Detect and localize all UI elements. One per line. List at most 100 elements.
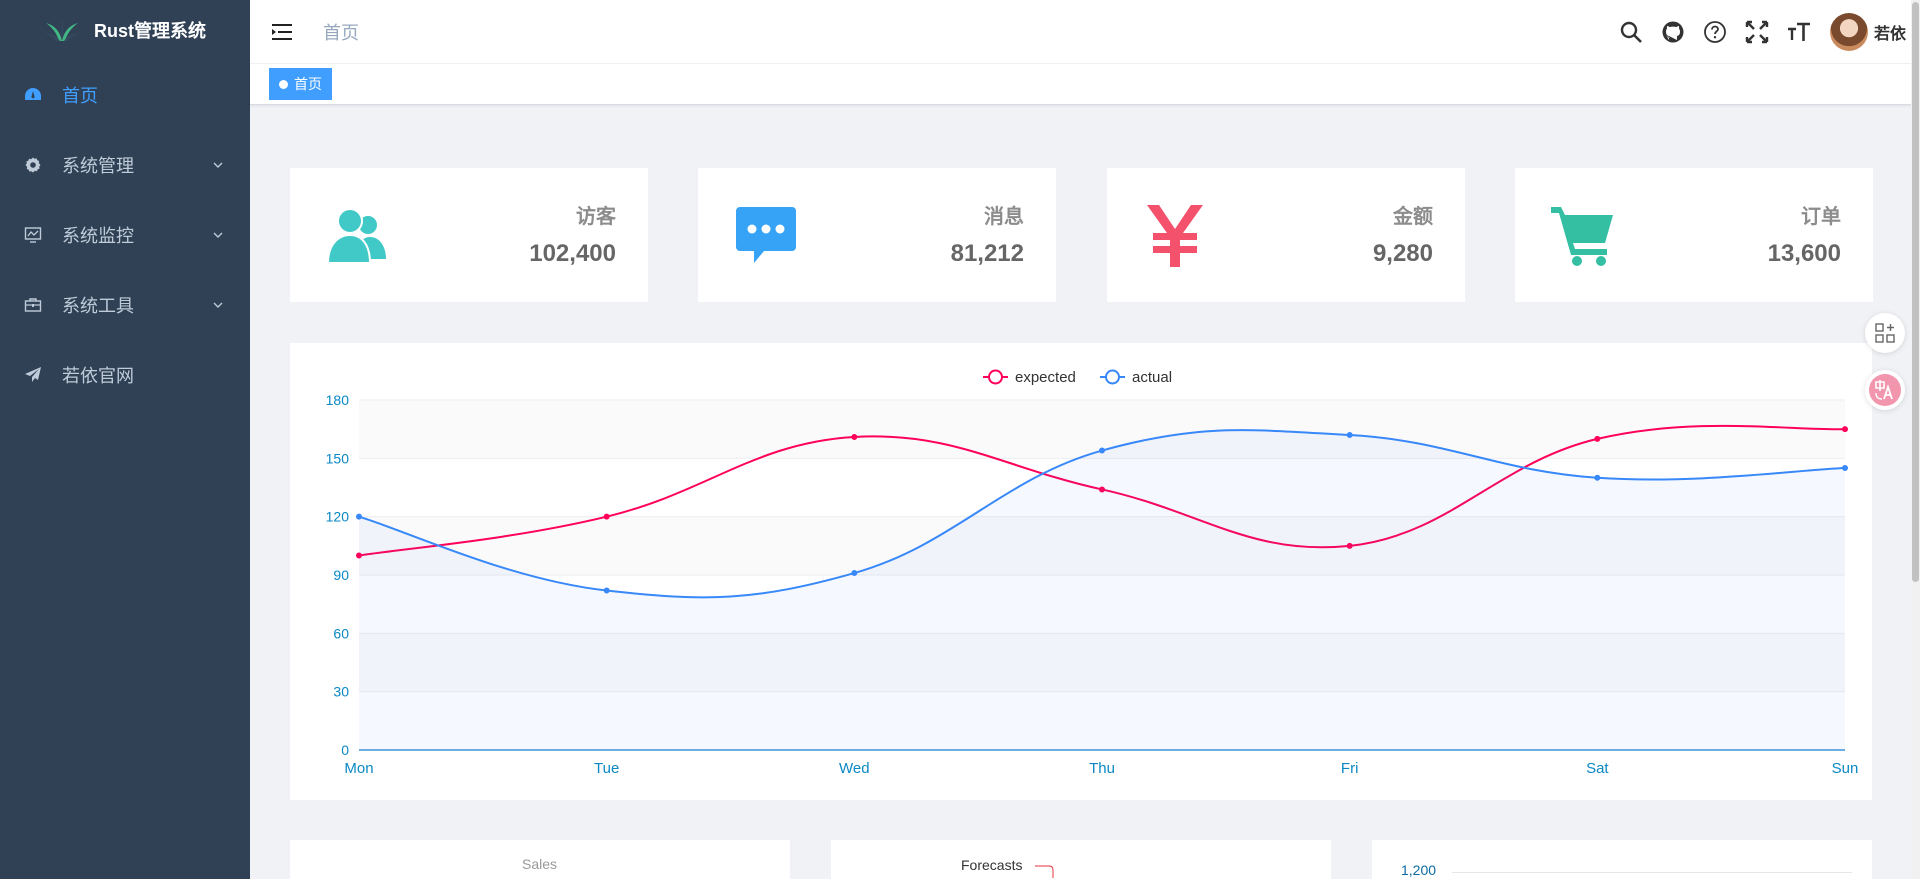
line-chart-panel: 0 30 60 90 120 150 180 Mon Tue Wed Thu Fri Sat Sun exp…: [290, 343, 1872, 800]
data-point-expected: [851, 433, 858, 440]
data-point-actual: [603, 587, 610, 594]
stat-card-messages[interactable]: 消息 81,212: [698, 168, 1056, 302]
x-tick-label: Sun: [1832, 760, 1859, 777]
github-icon[interactable]: [1660, 19, 1686, 45]
search-icon[interactable]: [1618, 19, 1644, 45]
translate-icon: [1869, 374, 1901, 406]
data-point-actual: [1594, 474, 1601, 481]
breadcrumb: 首页: [323, 22, 359, 43]
sidebar-item-label: 系统管理: [62, 156, 134, 176]
legend-label-actual: actual: [1132, 369, 1172, 386]
hamburger-icon[interactable]: [271, 22, 293, 42]
stat-label: 访客: [576, 206, 616, 228]
forecasts-chart-panel: Forecasts: [831, 840, 1331, 879]
paper-plane-icon: [24, 366, 42, 384]
forecasts-legend-mark: [1035, 865, 1054, 878]
data-point-expected: [603, 513, 610, 520]
sidebar-item-label: 系统监控: [62, 226, 134, 246]
stat-card-visitors[interactable]: 访客 102,400: [290, 168, 648, 302]
stat-label: 订单: [1801, 206, 1841, 228]
message-icon: [736, 207, 796, 263]
stat-value: 9,280: [1372, 240, 1433, 267]
translate-button[interactable]: [1865, 370, 1905, 410]
toolbox-icon: [24, 296, 42, 314]
main-area: 首页 若依 首页 访客 102,400 消息 81,212 金额 9,280 订…: [250, 0, 1920, 879]
sidebar-item-label: 首页: [62, 86, 98, 106]
chevron-down-icon: [213, 232, 223, 238]
stat-card-amount[interactable]: 金额 9,280: [1107, 168, 1465, 302]
x-tick-label: Sat: [1586, 760, 1609, 777]
active-dot: [279, 79, 288, 89]
forecasts-legend-label: Forecasts: [961, 857, 1023, 873]
sidebar-item-system[interactable]: 系统管理: [0, 130, 250, 200]
sidebar-item-home[interactable]: 首页: [0, 60, 250, 130]
stat-value: 102,400: [529, 240, 616, 267]
people-icon: [326, 208, 386, 264]
page-scrollbar[interactable]: [1911, 0, 1920, 879]
sidebar-item-label: 若依官网: [62, 366, 134, 386]
app-root: Rust管理系统 首页 系统管理 系统监控 系统工具 若依官网 首页 若依 首页…: [0, 0, 1920, 879]
y-tick-label: 30: [333, 684, 349, 700]
help-icon[interactable]: [1702, 19, 1728, 45]
bar-chart-ytick: 1,200: [1401, 862, 1437, 878]
data-point-expected: [1594, 435, 1601, 442]
y-tick-label: 180: [326, 392, 350, 408]
tag-label: 首页: [294, 76, 322, 92]
sales-chart-title: Sales: [522, 856, 558, 872]
sales-chart-panel: Sales: [290, 840, 790, 879]
legend-label-expected: expected: [1015, 369, 1076, 386]
data-point-actual: [1099, 447, 1105, 454]
x-tick-label: Fri: [1341, 760, 1359, 777]
sidebar: Rust管理系统 首页 系统管理 系统监控 系统工具 若依官网: [0, 0, 250, 879]
stat-value: 13,600: [1767, 240, 1841, 267]
monitor-icon: [24, 226, 42, 244]
y-tick-label: 90: [333, 567, 349, 583]
stat-label: 金额: [1393, 206, 1433, 228]
tag-home[interactable]: 首页: [269, 68, 332, 100]
money-icon: [1147, 205, 1203, 267]
logo-icon: [44, 18, 80, 41]
x-tick-label: Wed: [839, 760, 870, 777]
data-point-actual: [1346, 432, 1353, 438]
sidebar-item-tools[interactable]: 系统工具: [0, 270, 250, 340]
y-tick-label: 150: [326, 450, 350, 466]
legend-marker-actual: [1105, 369, 1120, 385]
x-tick-label: Tue: [594, 760, 619, 777]
dashboard-icon: [24, 86, 42, 104]
y-tick-label: 60: [333, 625, 349, 641]
username[interactable]: 若依: [1874, 20, 1906, 44]
stat-label: 消息: [984, 206, 1024, 228]
font-size-icon[interactable]: [1786, 19, 1812, 45]
gear-icon: [24, 156, 42, 174]
navbar: 首页 若依: [250, 0, 1920, 64]
tags-view: 首页: [250, 64, 1920, 105]
sidebar-logo[interactable]: Rust管理系统: [0, 0, 250, 60]
bar-chart-panel: 1,200: [1372, 840, 1872, 879]
data-point-actual: [356, 513, 362, 520]
sidebar-title: Rust管理系统: [94, 21, 206, 41]
sidebar-item-monitor[interactable]: 系统监控: [0, 200, 250, 270]
y-tick-label: 0: [341, 742, 349, 758]
sidebar-item-website[interactable]: 若依官网: [0, 340, 250, 410]
chevron-down-icon: [213, 162, 223, 168]
legend-marker-expected: [988, 369, 1003, 385]
scrollbar-thumb[interactable]: [1912, 2, 1919, 582]
fullscreen-icon[interactable]: [1744, 19, 1770, 45]
line-chart[interactable]: 0 30 60 90 120 150 180 Mon Tue Wed Thu Fri Sat Sun exp…: [290, 343, 1872, 800]
stat-value: 81,212: [950, 240, 1024, 267]
data-point-actual: [1842, 465, 1848, 472]
bar-chart-gridline: [1452, 872, 1852, 873]
navbar-right: 若依: [1618, 0, 1920, 64]
grid-plus-icon: [1875, 323, 1895, 343]
x-tick-label: Mon: [344, 760, 373, 777]
x-tick-label: Thu: [1089, 760, 1115, 777]
sidebar-item-label: 系统工具: [62, 296, 134, 316]
data-point-expected: [1842, 426, 1848, 433]
y-tick-label: 120: [326, 509, 350, 525]
chevron-down-icon: [213, 302, 223, 308]
stat-card-orders[interactable]: 订单 13,600: [1515, 168, 1873, 302]
layout-settings-button[interactable]: [1865, 313, 1905, 353]
avatar[interactable]: [1829, 13, 1868, 51]
shopping-cart-icon: [1551, 207, 1613, 266]
data-point-actual: [851, 570, 858, 577]
